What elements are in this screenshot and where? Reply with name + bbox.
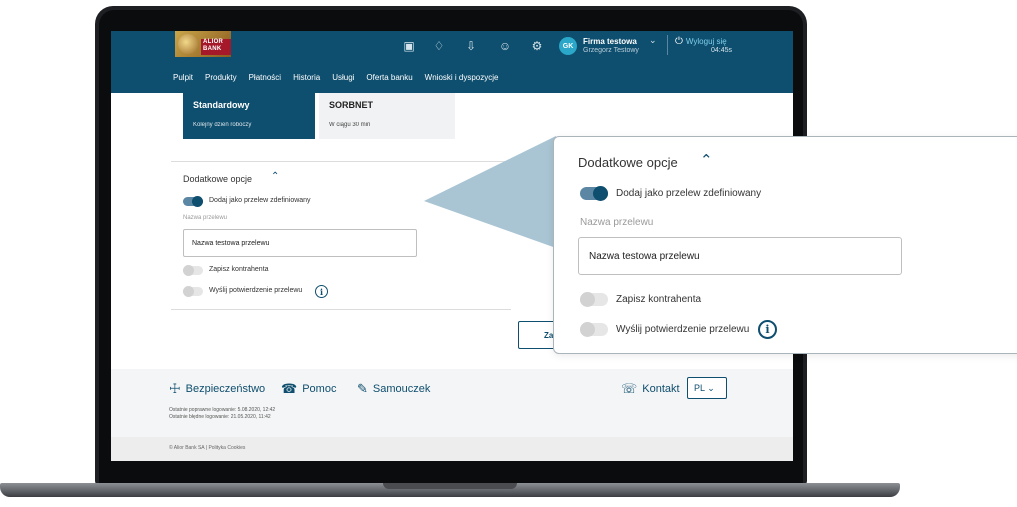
callout-send-confirmation-toggle[interactable] (580, 322, 608, 337)
callout-options-title: Dodatkowe opcje (578, 155, 678, 170)
callout-send-confirmation-label: Wyślij potwierdzenie przelewu (616, 324, 750, 335)
stage: ALIOR BANK ▣ ♢ ⇩ ☺ ⚙ GK Firma testowa Gr… (0, 0, 1017, 507)
callout-transfer-name-label: Nazwa przelewu (580, 217, 654, 228)
callout-save-contractor-label: Zapisz kontrahenta (616, 294, 702, 305)
zoom-callout: Dodatkowe opcje ⌃ Dodaj jako przelew zde… (553, 136, 1017, 354)
callout-define-transfer-toggle[interactable] (580, 186, 608, 201)
callout-save-contractor-toggle[interactable] (580, 292, 608, 307)
callout-transfer-name-input[interactable]: Nazwa testowa przelewu (578, 237, 902, 275)
callout-wedge (424, 136, 556, 248)
info-icon[interactable]: i (758, 320, 777, 339)
callout-define-transfer-label: Dodaj jako przelew zdefiniowany (616, 188, 762, 199)
chevron-up-icon[interactable]: ⌃ (700, 151, 713, 169)
